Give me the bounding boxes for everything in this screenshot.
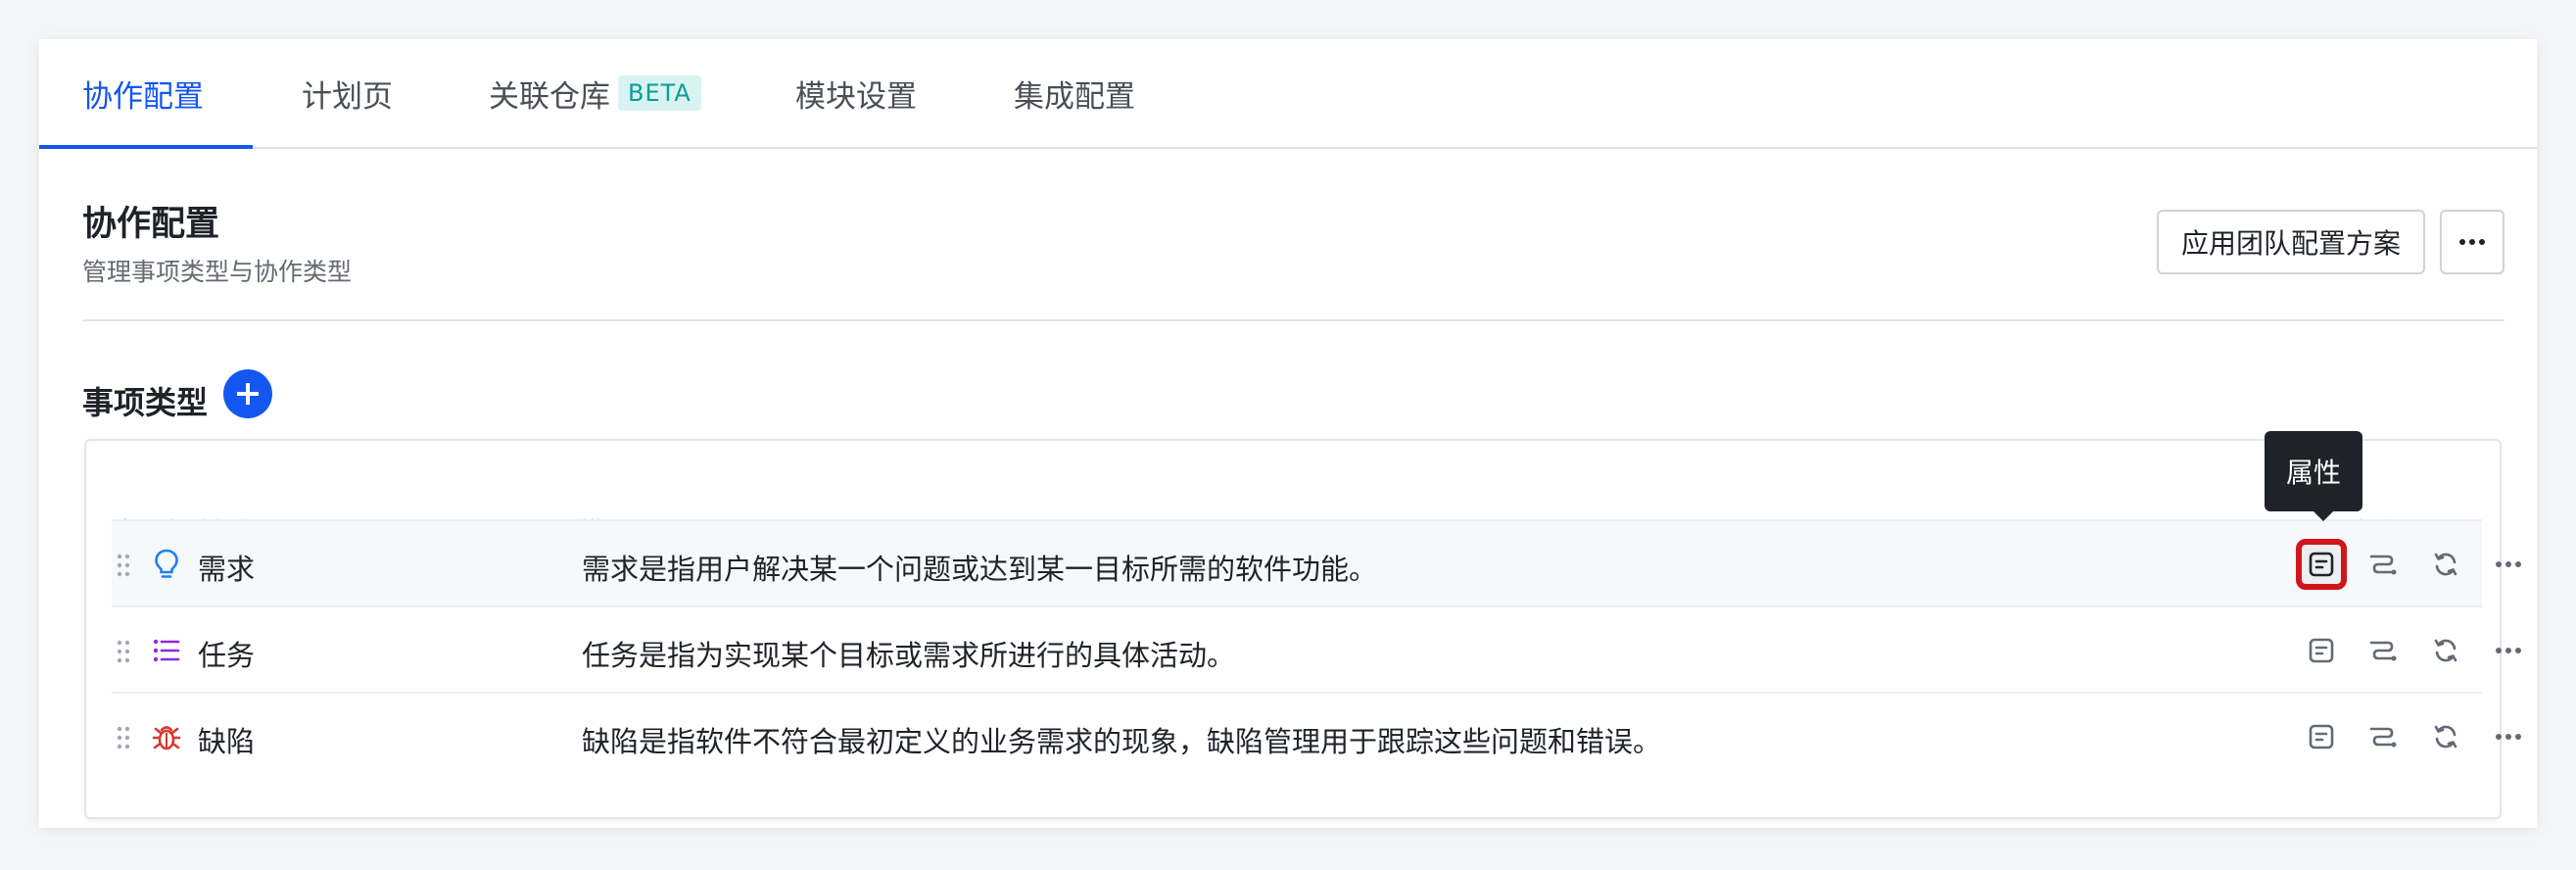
- more-horizontal-icon: [2496, 561, 2521, 567]
- workflow-button[interactable]: [2363, 631, 2403, 670]
- page-subtitle: 管理事项类型与协作类型: [82, 258, 353, 286]
- row-more-button[interactable]: [2489, 545, 2528, 584]
- tooltip-arrow: [2314, 511, 2333, 521]
- list-icon: [151, 635, 182, 666]
- active-tab-indicator: [39, 145, 253, 149]
- sync-button[interactable]: [2426, 545, 2465, 584]
- tab-bar: 协作配置 计划页 关联仓库 BETA 模块设置 集成配置: [39, 39, 2537, 149]
- sync-button[interactable]: [2426, 717, 2465, 756]
- properties-button[interactable]: [2296, 539, 2347, 590]
- item-type-description: 任务是指为实现某个目标或需求所进行的具体活动。: [582, 639, 1236, 672]
- properties-button[interactable]: [2302, 631, 2341, 670]
- table-row[interactable]: 需求 需求是指用户解决某一个问题或达到某一目标所需的软件功能。: [112, 519, 2521, 605]
- table-row[interactable]: 任务 任务是指为实现某个目标或需求所进行的具体活动。: [112, 605, 2521, 692]
- tab-label: 计划页: [302, 78, 393, 115]
- row-more-button[interactable]: [2489, 717, 2528, 756]
- more-horizontal-icon: [2496, 734, 2521, 740]
- item-type-description: 缺陷是指软件不符合最初定义的业务需求的现象，缺陷管理用于跟踪这些问题和错误。: [582, 725, 1662, 758]
- item-type-name: 需求: [198, 553, 256, 586]
- tab-plan-page[interactable]: 计划页: [302, 39, 393, 147]
- workflow-icon: [2369, 555, 2397, 575]
- properties-tooltip: 属性: [2265, 431, 2363, 511]
- properties-icon: [2309, 552, 2334, 577]
- add-item-type-button[interactable]: [223, 369, 272, 418]
- item-type-name: 任务: [198, 639, 256, 672]
- drag-handle-icon[interactable]: [116, 725, 131, 750]
- item-type-description: 需求是指用户解决某一个问题或达到某一目标所需的软件功能。: [582, 553, 1378, 586]
- sync-icon: [2434, 725, 2457, 749]
- workflow-icon: [2369, 727, 2397, 748]
- item-type-name: 缺陷: [198, 725, 256, 758]
- bug-icon: [151, 721, 182, 752]
- workflow-icon: [2369, 641, 2397, 661]
- more-options-button[interactable]: [2440, 210, 2504, 274]
- sync-button[interactable]: [2426, 631, 2465, 670]
- sync-icon: [2434, 553, 2457, 576]
- header-divider: [82, 319, 2504, 321]
- tab-label: 协作配置: [82, 78, 204, 115]
- lightbulb-icon: [151, 549, 182, 580]
- tab-collaboration-config[interactable]: 协作配置: [82, 39, 204, 147]
- table-row[interactable]: 缺陷 缺陷是指软件不符合最初定义的业务需求的现象，缺陷管理用于跟踪这些问题和错误…: [112, 692, 2521, 778]
- properties-button[interactable]: [2302, 717, 2341, 756]
- more-horizontal-icon: [2459, 239, 2485, 245]
- properties-icon: [2309, 638, 2334, 663]
- item-types-table: 事项类型名称 描述 操作 需求 需求是指用户解决某一个问题或达到某一目标所需的软…: [84, 439, 2521, 819]
- tab-label: 模块设置: [795, 78, 917, 115]
- tooltip-text: 属性: [2286, 457, 2342, 489]
- tab-label: 集成配置: [1014, 78, 1135, 115]
- page-title: 协作配置: [82, 205, 220, 244]
- plus-icon: [237, 383, 259, 405]
- more-horizontal-icon: [2496, 648, 2521, 653]
- item-types-title: 事项类型: [82, 384, 209, 421]
- drag-handle-icon[interactable]: [116, 553, 131, 578]
- settings-card: 协作配置 计划页 关联仓库 BETA 模块设置 集成配置 协作配置 管理事项类型…: [39, 39, 2537, 828]
- tab-label: 关联仓库: [489, 78, 610, 115]
- workflow-button[interactable]: [2363, 717, 2403, 756]
- drag-handle-icon[interactable]: [116, 639, 131, 664]
- workflow-button[interactable]: [2363, 545, 2403, 584]
- sync-icon: [2434, 639, 2457, 662]
- tab-module-settings[interactable]: 模块设置: [795, 39, 917, 147]
- apply-team-config-button[interactable]: 应用团队配置方案: [2157, 210, 2425, 274]
- tab-integration-config[interactable]: 集成配置: [1014, 39, 1135, 147]
- row-more-button[interactable]: [2489, 631, 2528, 670]
- beta-badge: BETA: [618, 75, 701, 111]
- properties-icon: [2309, 724, 2334, 749]
- tab-linked-repo[interactable]: 关联仓库 BETA: [489, 39, 701, 147]
